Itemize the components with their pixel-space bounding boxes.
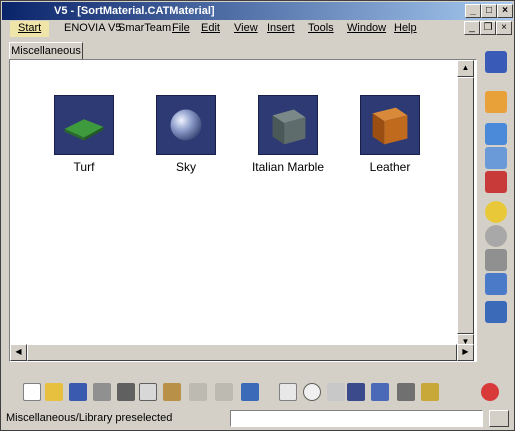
material-item[interactable]: Italian Marble: [237, 95, 339, 174]
apply-material-icon[interactable]: [485, 171, 507, 193]
doc-close-button[interactable]: ×: [496, 21, 512, 35]
material-item[interactable]: Turf: [33, 95, 135, 174]
tab-miscellaneous[interactable]: Miscellaneous: [9, 42, 83, 60]
menu-window[interactable]: Window: [347, 22, 386, 34]
select-icon[interactable]: [485, 91, 507, 113]
whats-this-icon[interactable]: [241, 383, 259, 401]
undo-icon[interactable]: [189, 383, 207, 401]
catalog-icon[interactable]: [485, 273, 507, 295]
light-icon[interactable]: [485, 201, 507, 223]
table-icon[interactable]: [347, 383, 365, 401]
print-icon[interactable]: [93, 383, 111, 401]
menu-start[interactable]: Start: [10, 21, 50, 37]
turf-material-icon: [54, 95, 114, 155]
material-item[interactable]: Sky: [135, 95, 237, 174]
horizontal-scroll-thumb[interactable]: [27, 344, 457, 361]
minimize-button[interactable]: _: [465, 4, 481, 18]
menu-file[interactable]: File: [172, 22, 190, 34]
doc-minimize-button[interactable]: _: [464, 21, 480, 35]
status-text: Miscellaneous/Library preselected: [6, 412, 173, 424]
material-library-view: Turf Sky Italian Marble Leather: [9, 59, 477, 362]
sort-icon[interactable]: [485, 301, 507, 323]
sky-material-icon: [156, 95, 216, 155]
3ds-logo-icon: [481, 383, 499, 401]
vertical-scroll-thumb[interactable]: [457, 77, 474, 334]
environment-icon[interactable]: [485, 249, 507, 271]
material-label: Leather: [369, 160, 411, 174]
menu-tools[interactable]: Tools: [308, 22, 334, 34]
material-properties-icon[interactable]: [485, 225, 507, 247]
open-icon[interactable]: [45, 383, 63, 401]
close-button[interactable]: ×: [497, 4, 513, 18]
bottom-toolbar: [3, 375, 513, 403]
app-window: V5 - [SortMaterial.CATMaterial] _ □ × St…: [0, 0, 515, 431]
formula-icon[interactable]: [279, 383, 297, 401]
new-icon[interactable]: [23, 383, 41, 401]
right-toolbar: [479, 45, 513, 365]
comment-icon[interactable]: [303, 383, 321, 401]
menu-enovia[interactable]: ENOVIA V5: [64, 22, 121, 34]
menu-help[interactable]: Help: [394, 22, 417, 34]
redo-icon[interactable]: [215, 383, 233, 401]
save-icon[interactable]: [69, 383, 87, 401]
lock-icon[interactable]: [397, 383, 415, 401]
menu-insert[interactable]: Insert: [267, 22, 295, 34]
window-title: V5 - [SortMaterial.CATMaterial]: [54, 5, 215, 17]
paste-icon[interactable]: [163, 383, 181, 401]
menu-smarteam[interactable]: SmarTeam: [118, 22, 171, 34]
menu-bar: Start ENOVIA V5 SmarTeam File Edit View …: [2, 20, 513, 38]
macro-icon[interactable]: [421, 383, 439, 401]
new-material-icon[interactable]: [485, 147, 507, 169]
status-bar: Miscellaneous/Library preselected: [2, 408, 513, 428]
leather-material-icon: [360, 95, 420, 155]
material-label: Italian Marble: [251, 160, 325, 174]
copy-icon[interactable]: [139, 383, 157, 401]
menu-edit[interactable]: Edit: [201, 22, 220, 34]
material-item[interactable]: Leather: [339, 95, 441, 174]
measure-icon[interactable]: [327, 383, 345, 401]
menu-view[interactable]: View: [234, 22, 258, 34]
material-label: Sky: [175, 160, 196, 174]
marble-material-icon: [258, 95, 318, 155]
doc-restore-button[interactable]: ❐: [480, 21, 496, 35]
compass-icon[interactable]: [485, 51, 507, 73]
cut-icon[interactable]: [117, 383, 135, 401]
command-input[interactable]: [230, 410, 483, 427]
scroll-left-button[interactable]: ◀: [10, 344, 27, 361]
vertical-scrollbar[interactable]: ▲ ▼: [457, 60, 474, 351]
maximize-button[interactable]: □: [481, 4, 497, 18]
tree-icon[interactable]: [371, 383, 389, 401]
horizontal-scrollbar[interactable]: ◀ ▶: [10, 344, 474, 361]
scroll-right-button[interactable]: ▶: [457, 344, 474, 361]
command-button[interactable]: [489, 410, 509, 427]
material-label: Turf: [73, 160, 95, 174]
scroll-up-button[interactable]: ▲: [457, 60, 474, 77]
title-bar[interactable]: V5 - [SortMaterial.CATMaterial] _ □ ×: [2, 2, 513, 20]
new-family-icon[interactable]: [485, 123, 507, 145]
